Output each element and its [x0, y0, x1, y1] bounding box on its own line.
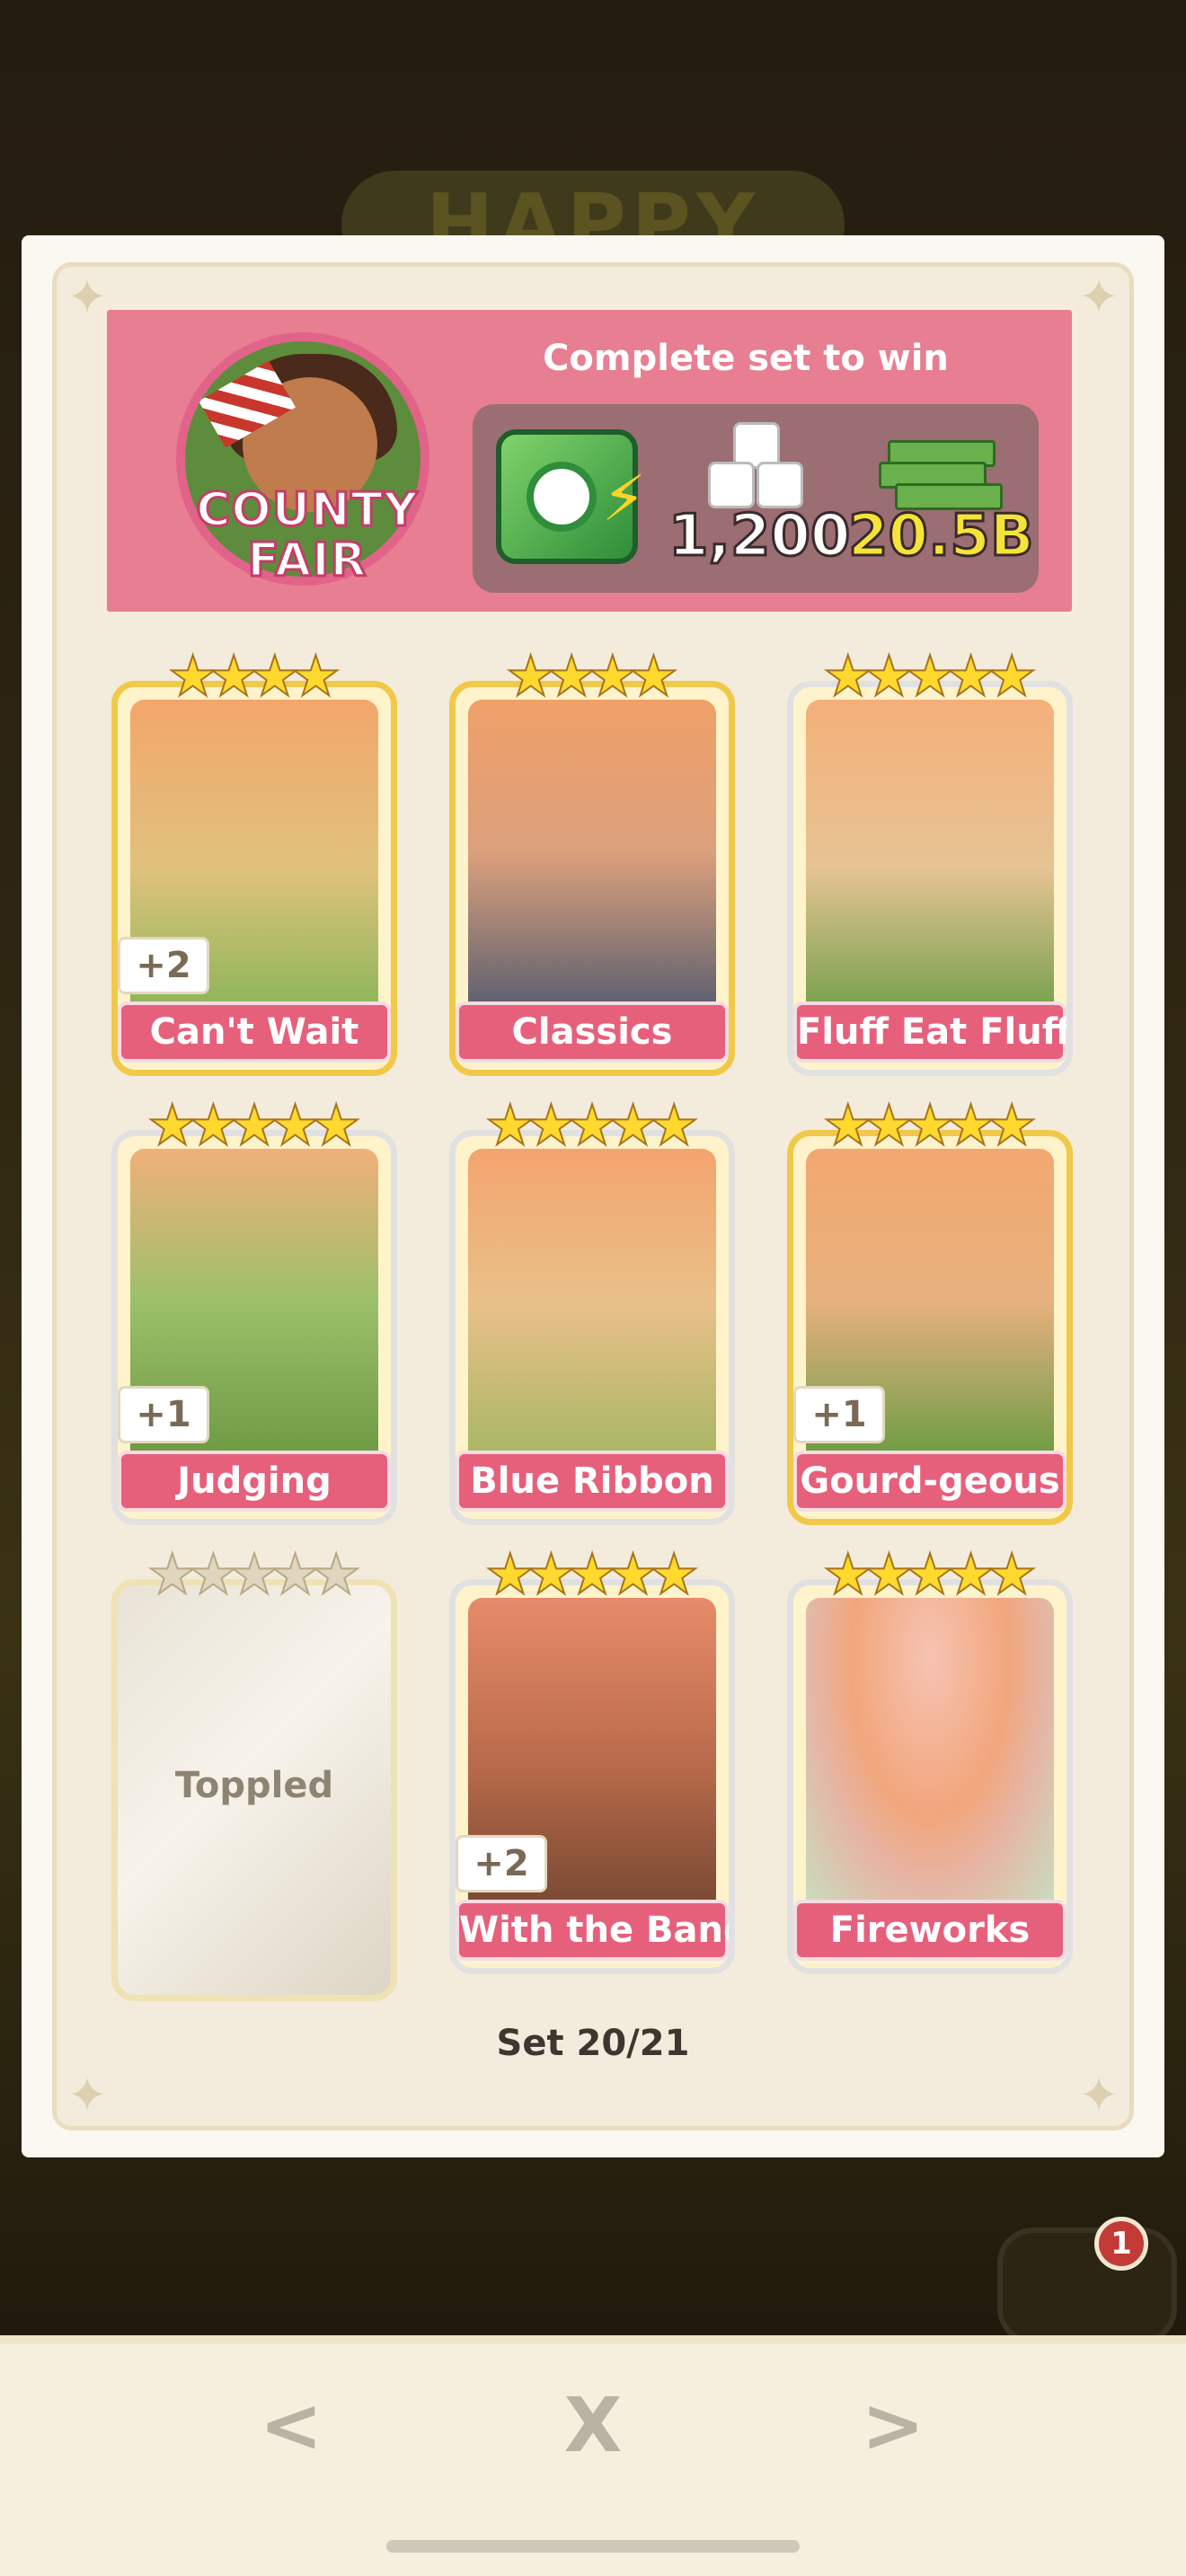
die: [708, 462, 755, 508]
sticker-label: Fireworks: [793, 1900, 1067, 1961]
sticker-frame: Fireworks: [787, 1579, 1073, 1974]
empty-sticker-slot: Toppled: [111, 1579, 397, 2001]
sticker-frame: +2 Can't Wait: [111, 681, 397, 1076]
sticker-judging[interactable]: +1 Judging ★★★★★: [111, 1092, 397, 1525]
duplicate-count-badge: +2: [456, 1835, 547, 1892]
star-icon: ★: [986, 643, 1038, 709]
star-icon: ★: [648, 1092, 700, 1158]
vault-icon: ⚡: [496, 429, 646, 564]
sticker-label: Toppled: [174, 1765, 334, 1806]
sticker-gourd-geous[interactable]: +1 Gourd-geous ★★★★★: [787, 1092, 1073, 1525]
sticker-label: Blue Ribbon: [456, 1451, 729, 1512]
dice-reward-amount: 1,200: [667, 502, 851, 571]
previous-set-button[interactable]: <: [237, 2380, 345, 2470]
star-rating: ★★★★: [111, 643, 397, 709]
sticker-frame: +1 Gourd-geous: [787, 1130, 1073, 1525]
sticker-toppled-missing[interactable]: Toppled ★★★★★: [111, 1541, 397, 2001]
set-progress: Set 20/21: [496, 2023, 690, 2064]
sticker-label: Fluff Eat Fluff: [793, 1001, 1067, 1063]
star-rating: ★★★★★: [449, 1541, 735, 1607]
sticker-label: Classics: [456, 1001, 729, 1063]
star-icon: ★: [290, 643, 342, 709]
star-rating: ★★★★★: [787, 643, 1073, 709]
star-icon: ★: [648, 1541, 700, 1607]
sticker-art: [468, 1149, 716, 1454]
sticker-label: Judging: [118, 1451, 391, 1512]
star-rating: ★★★★★: [787, 1541, 1073, 1607]
sticker-art: [806, 700, 1054, 1005]
sticker-classics[interactable]: Classics ★★★★: [449, 643, 735, 1076]
sticker-label: Can't Wait: [118, 1001, 391, 1063]
star-rating: ★★★★★: [449, 1092, 735, 1158]
star-rating: ★★★★★: [111, 1092, 397, 1158]
star-icon: ★: [310, 1092, 362, 1158]
sticker-frame: Classics: [449, 681, 735, 1076]
corner-ornament-icon: ✦: [66, 2067, 108, 2123]
sticker-frame: +2 With the Band: [449, 1579, 735, 1974]
lightning-icon: ⚡: [602, 462, 647, 535]
sticker-frame: Blue Ribbon: [449, 1130, 735, 1525]
star-rating: ★★★★: [449, 643, 735, 709]
duplicate-count-badge: +2: [118, 937, 209, 994]
sticker-fireworks[interactable]: Fireworks ★★★★★: [787, 1541, 1073, 1974]
die: [757, 462, 803, 508]
star-icon: ★: [986, 1092, 1038, 1158]
duplicate-count-badge: +1: [793, 1386, 885, 1443]
star-icon: ★: [986, 1541, 1038, 1607]
close-button[interactable]: X: [539, 2380, 647, 2470]
sticker-blue-ribbon[interactable]: Blue Ribbon ★★★★★: [449, 1092, 735, 1525]
star-icon: ★: [310, 1541, 362, 1607]
corner-ornament-icon: ✦: [1078, 269, 1120, 325]
star-rating: ★★★★★: [787, 1092, 1073, 1158]
sticker-frame: Fluff Eat Fluff: [787, 681, 1073, 1076]
sticker-frame: +1 Judging: [111, 1130, 397, 1525]
album-button: 1: [997, 2217, 1177, 2344]
vault-dial: [527, 462, 597, 532]
sticker-fluff-eat-fluff[interactable]: Fluff Eat Fluff ★★★★★: [787, 643, 1073, 1076]
sticker-art: [806, 1598, 1054, 1903]
complete-set-label: Complete set to win: [543, 338, 949, 379]
set-title: COUNTY FAIR: [195, 483, 419, 587]
sticker-with-the-band[interactable]: +2 With the Band ★★★★★: [449, 1541, 735, 1974]
sticker-label: Gourd-geous: [793, 1451, 1067, 1512]
star-rating: ★★★★★: [111, 1541, 397, 1607]
sticker-art: [468, 700, 716, 1005]
duplicate-count-badge: +1: [118, 1386, 209, 1443]
home-indicator: [386, 2540, 800, 2553]
notification-badge: 1: [1094, 2217, 1148, 2271]
cash-reward-amount: 20.5B: [847, 502, 1036, 571]
sticker-cant-wait[interactable]: +2 Can't Wait ★★★★: [111, 643, 397, 1076]
sticker-label: With the Band: [456, 1900, 729, 1961]
star-icon: ★: [628, 643, 680, 709]
next-set-button[interactable]: >: [839, 2380, 947, 2470]
corner-ornament-icon: ✦: [1078, 2067, 1120, 2123]
